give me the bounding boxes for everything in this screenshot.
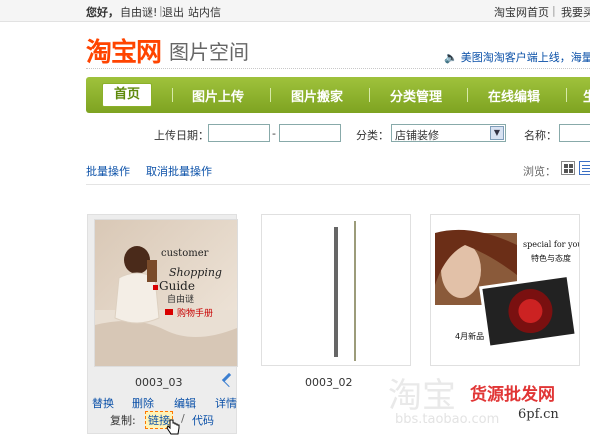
new-arrivals-image: special for you 特色与态度 4月新品 [431,215,583,365]
image-card[interactable] [261,214,411,366]
cancel-batch-link[interactable]: 取消批量操作 [146,163,212,179]
nav-divider [566,88,567,102]
image-caption: Shopping [169,266,222,279]
category-selected-value: 店铺装修 [395,129,439,142]
name-label: 名称： [524,129,557,142]
list-view-icon[interactable] [579,161,590,175]
divider-lines-image [334,221,356,361]
edit-link[interactable]: 编辑 [174,395,196,411]
nav-divider [369,88,370,102]
speaker-icon: 🔈 [444,51,458,64]
nav-divider [467,88,468,102]
watermark: 淘宝 [388,376,456,416]
image-caption: 自由谜 [167,293,194,305]
notice-text: 美图淘淘客户端上线，海量免 [460,51,590,64]
date-start-input[interactable] [208,124,270,142]
nav-tab-home[interactable]: 首页 [102,83,152,107]
hand-cursor-icon [166,419,180,435]
name-input[interactable] [559,124,590,142]
client-notice-link[interactable]: 🔈 美图淘淘客户端上线，海量免 [444,49,590,65]
nav-tab-move[interactable]: 图片搬家 [291,86,343,105]
image-caption: 4月新品 [455,331,484,341]
site-watermark-url: 6pf.cn [518,407,559,422]
logo[interactable]: 淘宝网 图片空间 [86,32,250,68]
image-card[interactable]: customer Shopping Guide 自由谜 购物手册 0003_03… [87,214,238,435]
greeting-text: 您好， [86,6,119,19]
replace-link[interactable]: 替换 [92,395,114,411]
category-label: 分类： [356,129,389,142]
chevron-down-icon: ▼ [490,126,504,140]
nav-divider [172,88,173,102]
batch-operation-link[interactable]: 批量操作 [86,163,130,179]
taobao-home-link[interactable]: 淘宝网首页 [494,4,549,20]
nav-divider [270,88,271,102]
nav-tab-more[interactable]: 生 [583,86,590,105]
image-card[interactable]: special for you 特色与态度 4月新品 [430,214,583,366]
taobao-logo-text: 淘宝网 [86,38,162,68]
category-select[interactable]: 店铺装修 ▼ [391,124,506,142]
site-watermark: 货源批发网 [470,385,555,405]
username-link[interactable]: 自由谜! [120,4,157,20]
image-caption: special for you [523,240,579,249]
messages-link[interactable]: 站内信 [188,4,221,20]
image-thumbnail[interactable]: customer Shopping Guide 自由谜 购物手册 [94,219,238,367]
divider [86,68,590,69]
nav-tab-edit-online[interactable]: 在线编辑 [488,86,540,105]
date-separator: - [272,127,276,140]
image-caption: 特色与态度 [531,253,571,263]
image-caption: Guide [159,279,195,293]
copy-code-link[interactable]: 代码 [192,412,214,428]
copy-separator: / [181,412,185,425]
image-filename: 0003_03 [135,376,183,389]
nav-tab-category[interactable]: 分类管理 [390,86,442,105]
upload-date-label: 上传日期： [154,129,209,142]
divider [86,184,590,185]
rename-icon[interactable] [221,372,237,388]
want-buy-link[interactable]: 我要买 [561,4,590,20]
detail-link[interactable]: 详情 [215,395,237,411]
delete-link[interactable]: 删除 [132,395,154,411]
topbar-divider: | [552,4,556,17]
browse-label: 浏览： [523,165,556,178]
main-nav: 首页 图片上传 图片搬家 分类管理 在线编辑 生 [86,77,590,113]
logout-link[interactable]: 退出 [162,4,184,20]
topbar-divider: | [159,4,163,17]
nav-tab-upload[interactable]: 图片上传 [192,86,244,105]
top-bar: 您好， 自由谜! 退出 | 站内信 淘宝网首页 | 我要买 [0,0,590,22]
image-caption: 购物手册 [177,307,213,319]
date-end-input[interactable] [279,124,341,142]
grid-view-icon[interactable] [561,161,575,175]
copy-label: 复制: [110,414,136,427]
image-filename: 0003_02 [305,376,353,389]
watermark-url: bbs.taobao.com [395,412,500,427]
product-title: 图片空间 [169,40,250,64]
image-caption: customer [161,248,209,259]
shopping-guide-image: customer Shopping Guide 自由谜 购物手册 [95,220,237,366]
